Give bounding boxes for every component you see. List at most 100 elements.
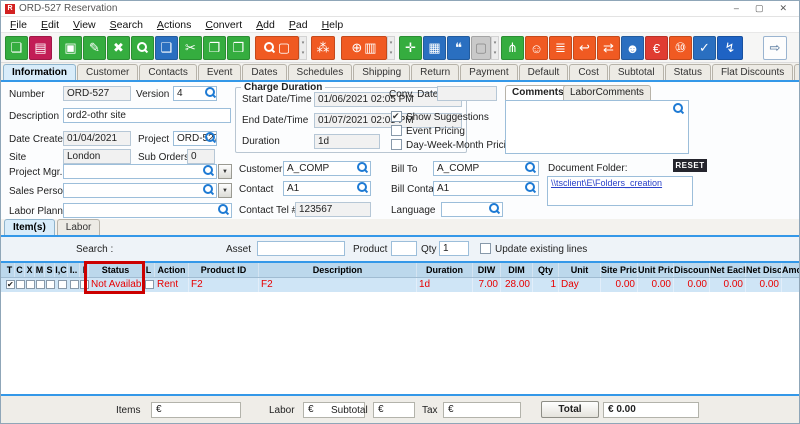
day-week-month-checkbox[interactable] xyxy=(391,139,402,150)
menu-edit[interactable]: Edit xyxy=(34,19,66,31)
find-product-button[interactable]: ▢ xyxy=(255,36,299,60)
menu-search[interactable]: Search xyxy=(103,19,150,31)
minimize-button[interactable]: – xyxy=(734,3,739,14)
tab-dates[interactable]: Dates xyxy=(242,64,286,80)
col-header-t[interactable]: T xyxy=(5,263,15,277)
col-header-ic[interactable]: I,C xyxy=(55,263,68,277)
tab-payment[interactable]: Payment xyxy=(460,64,517,80)
return-arrow-button[interactable]: ↩ xyxy=(573,36,596,60)
menu-file[interactable]: File xyxy=(3,19,34,31)
version-search-icon[interactable] xyxy=(205,87,217,99)
cell-action[interactable]: Rent xyxy=(155,278,189,292)
site-field[interactable]: London xyxy=(63,149,131,164)
row-flag-m-checkbox[interactable] xyxy=(36,280,45,289)
hierarchy-button[interactable]: ⋔ xyxy=(501,36,524,60)
exit-button[interactable]: ⇨ xyxy=(763,36,787,60)
labor-planner-field[interactable] xyxy=(63,203,232,218)
contact-chat-button[interactable]: ☻ xyxy=(621,36,644,60)
col-header-description[interactable]: Description xyxy=(259,263,417,277)
tab-labor[interactable]: Labor xyxy=(57,219,101,235)
comments-textarea[interactable] xyxy=(505,100,689,154)
col-header-unit[interactable]: Unit xyxy=(559,263,601,277)
col-header-net-disc[interactable]: Net Disc xyxy=(746,263,782,277)
tab-comments[interactable]: Comments xyxy=(505,85,571,100)
tax-field[interactable]: € xyxy=(443,402,521,418)
tab-shipping[interactable]: Shipping xyxy=(353,64,410,80)
financials-button[interactable]: € xyxy=(645,36,668,60)
add-to-cart-dropdown[interactable]: ▾▾ xyxy=(387,36,395,60)
tab-flat-discounts[interactable]: Flat Discounts xyxy=(712,64,793,80)
comments-search-icon[interactable] xyxy=(673,103,685,115)
crew-button[interactable]: ☺ xyxy=(525,36,548,60)
row-flag-ic-checkbox[interactable] xyxy=(58,280,67,289)
reset-button[interactable]: RESET xyxy=(673,159,707,172)
col-header-qty[interactable]: Qty xyxy=(533,263,559,277)
copy-button[interactable]: ❐ xyxy=(203,36,226,60)
bill-contact-search-icon[interactable] xyxy=(525,182,537,194)
row-flag-c-checkbox[interactable] xyxy=(16,280,25,289)
copy-documents-button[interactable]: ❑ xyxy=(155,36,178,60)
transfer-button[interactable]: ⇄ xyxy=(597,36,620,60)
sub-orders-field[interactable]: 0 xyxy=(187,149,215,164)
labor-planner-search-icon[interactable] xyxy=(218,204,230,216)
cell-qty[interactable]: 1 xyxy=(533,278,559,292)
cut-button[interactable]: ✂ xyxy=(179,36,202,60)
project-mgr-search-icon[interactable] xyxy=(203,165,215,177)
date-created-field[interactable]: 01/04/2021 xyxy=(63,131,131,146)
menu-view[interactable]: View xyxy=(66,19,103,31)
language-search-icon[interactable] xyxy=(489,203,501,215)
number-field[interactable]: ORD-527 xyxy=(63,86,131,101)
disabled-tool-dropdown[interactable]: ▾▾ xyxy=(491,36,499,60)
cell-unit[interactable]: Day xyxy=(559,278,601,292)
cell-discount[interactable]: 0.00 xyxy=(674,278,710,292)
tab-default[interactable]: Default xyxy=(519,64,569,80)
cell-diw[interactable]: 7.00 xyxy=(473,278,501,292)
tab-labor-comments[interactable]: LaborComments xyxy=(563,85,651,100)
sales-person-field[interactable] xyxy=(63,183,217,198)
row-l-checkbox[interactable] xyxy=(145,280,154,289)
cell-unit-price[interactable]: 0.00 xyxy=(638,278,674,292)
add-to-cart-button[interactable]: ⊕▥ xyxy=(341,36,387,60)
components-button[interactable]: ⁂ xyxy=(311,36,335,60)
cell-description[interactable]: F2 xyxy=(259,278,417,292)
asset-input[interactable] xyxy=(257,241,345,256)
col-header-duration[interactable]: Duration xyxy=(417,263,473,277)
delete-button[interactable]: ✖ xyxy=(107,36,130,60)
customer-search-icon[interactable] xyxy=(357,162,369,174)
document-folder-link[interactable]: \\tsclient\E\Folders_creation xyxy=(551,178,662,188)
items-total-field[interactable]: € xyxy=(151,402,241,418)
col-header-discount[interactable]: Discount xyxy=(674,263,710,277)
cell-site-price[interactable]: 0.00 xyxy=(601,278,638,292)
col-header-c[interactable]: C xyxy=(15,263,25,277)
col-header-action[interactable]: Action xyxy=(155,263,189,277)
quick-action-button[interactable]: ↯ xyxy=(717,36,743,60)
tab-status[interactable]: Status xyxy=(665,64,711,80)
search-button[interactable] xyxy=(131,36,154,60)
duration-field[interactable]: 1d xyxy=(314,134,380,149)
new-document-button[interactable]: ❏ xyxy=(5,36,28,60)
paste-button[interactable]: ❒ xyxy=(227,36,250,60)
camera-ten-button[interactable]: ⑩ xyxy=(669,36,692,60)
update-existing-checkbox[interactable] xyxy=(480,243,491,254)
bill-to-search-icon[interactable] xyxy=(525,162,537,174)
tab-customer[interactable]: Customer xyxy=(77,64,138,80)
row-flag-idots-checkbox[interactable] xyxy=(70,280,79,289)
row-flag-x-checkbox[interactable] xyxy=(26,280,35,289)
col-header-site-price[interactable]: Site Price xyxy=(601,263,638,277)
cell-net-each[interactable]: 0.00 xyxy=(710,278,746,292)
delivery-button[interactable]: ✓ xyxy=(693,36,716,60)
print-button[interactable]: ▤ xyxy=(29,36,52,60)
tab-event[interactable]: Event xyxy=(198,64,242,80)
find-product-dropdown[interactable]: ▾▾ xyxy=(299,36,307,60)
project-mgr-dropdown[interactable]: ▼ xyxy=(218,164,232,179)
tab-contacts[interactable]: Contacts xyxy=(139,64,196,80)
menu-actions[interactable]: Actions xyxy=(150,19,198,31)
bill-contact-field[interactable]: A1 xyxy=(433,181,539,196)
project-search-icon[interactable] xyxy=(205,132,217,144)
product-input[interactable] xyxy=(391,241,417,256)
sales-person-search-icon[interactable] xyxy=(203,184,215,196)
col-header-dim[interactable]: DIM xyxy=(501,263,533,277)
tab-information[interactable]: Information xyxy=(3,64,76,80)
save-button[interactable]: ▣ xyxy=(59,36,82,60)
menu-pad[interactable]: Pad xyxy=(282,19,315,31)
